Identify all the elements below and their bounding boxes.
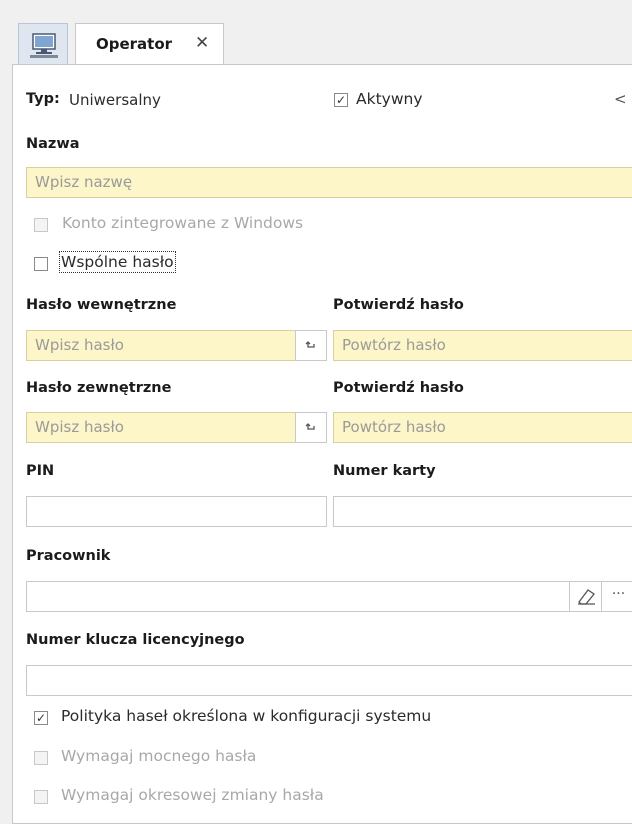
- license-key-input[interactable]: [26, 665, 632, 696]
- monitor-icon: [30, 33, 58, 58]
- tab-operator[interactable]: Operator ✕: [75, 23, 224, 65]
- internal-password-label: Hasło wewnętrzne: [26, 297, 177, 313]
- select-employee-button[interactable]: ···: [601, 581, 632, 612]
- system-policy-checkbox[interactable]: ✓: [34, 711, 48, 725]
- strong-password-checkbox[interactable]: [34, 751, 48, 765]
- windows-account-label: Konto zintegrowane z Windows: [62, 214, 304, 232]
- close-icon[interactable]: ✕: [195, 33, 209, 53]
- pin-label: PIN: [26, 463, 55, 479]
- active-label: Aktywny: [356, 90, 423, 108]
- periodic-change-checkbox[interactable]: [34, 790, 48, 804]
- shared-password-label: Wspólne hasło: [59, 251, 176, 273]
- shared-password-checkbox[interactable]: [34, 257, 48, 271]
- card-number-input[interactable]: [333, 496, 632, 527]
- name-label: Nazwa: [26, 136, 80, 152]
- ellipsis-icon: ···: [611, 586, 626, 602]
- license-key-label: Numer klucza licencyjnego: [26, 632, 245, 648]
- tab-home[interactable]: [18, 23, 68, 64]
- card-number-label: Numer karty: [333, 463, 436, 479]
- pin-input[interactable]: [26, 496, 327, 527]
- employee-label: Pracownik: [26, 548, 111, 564]
- name-input[interactable]: Wpisz nazwę: [26, 167, 632, 198]
- external-confirm-input[interactable]: Powtórz hasło: [333, 412, 632, 443]
- system-policy-label: Polityka haseł określona w konfiguracji …: [61, 707, 432, 725]
- undo-arrow-icon: [305, 340, 315, 348]
- external-password-generate-button[interactable]: [295, 412, 327, 443]
- type-label: Typ:: [26, 91, 60, 107]
- periodic-change-label: Wymagaj okresowej zmiany hasła: [61, 786, 324, 804]
- clear-employee-button[interactable]: [569, 581, 602, 612]
- active-checkbox[interactable]: ✓: [334, 93, 348, 107]
- internal-confirm-input[interactable]: Powtórz hasło: [333, 330, 632, 361]
- tab-bar: Operator ✕: [0, 0, 632, 65]
- tab-title: Operator: [96, 35, 173, 53]
- internal-password-input[interactable]: Wpisz hasło: [26, 330, 296, 361]
- undo-arrow-icon: [305, 422, 315, 430]
- internal-password-generate-button[interactable]: [295, 330, 327, 361]
- external-password-label: Hasło zewnętrzne: [26, 380, 172, 396]
- windows-account-checkbox[interactable]: [34, 218, 48, 232]
- strong-password-label: Wymagaj mocnego hasła: [61, 747, 257, 765]
- external-confirm-label: Potwierdź hasło: [333, 380, 464, 396]
- type-value: Uniwersalny: [69, 91, 161, 109]
- eraser-icon: [577, 588, 595, 605]
- external-password-input[interactable]: Wpisz hasło: [26, 412, 296, 443]
- collapse-icon[interactable]: <: [614, 90, 627, 108]
- internal-confirm-label: Potwierdź hasło: [333, 297, 464, 313]
- employee-input[interactable]: [26, 581, 570, 612]
